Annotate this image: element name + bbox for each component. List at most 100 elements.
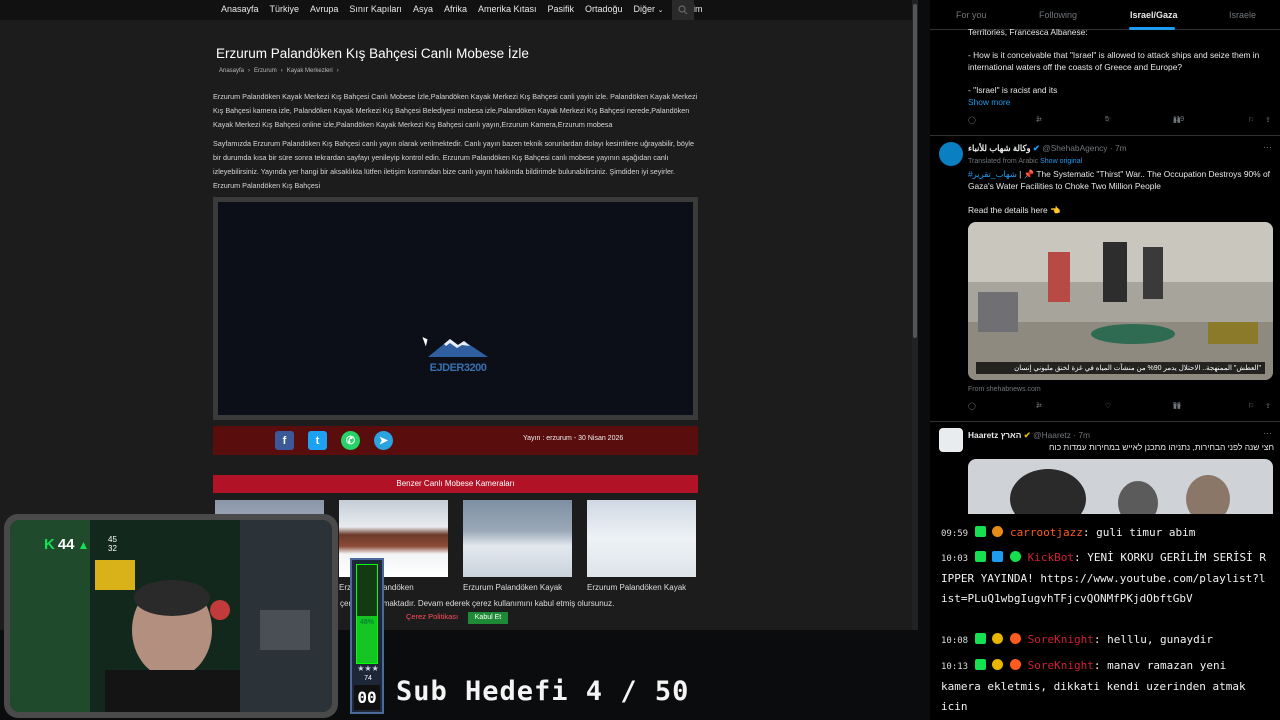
- camera-thumbnail-image[interactable]: [587, 500, 696, 577]
- chat-username[interactable]: carrootjazz: [1010, 526, 1083, 539]
- cookie-accept-button[interactable]: Kabul Et: [468, 612, 508, 624]
- breadcrumb-separator: ›: [280, 68, 283, 74]
- chat-text: YENİ KORKU GERİLİM SERİSİ RIPPER YAYINDA…: [941, 551, 1267, 605]
- twitter-icon[interactable]: t: [308, 431, 327, 450]
- tweet-photo-icon: [968, 459, 1273, 514]
- video-screen[interactable]: EJDER3200: [218, 202, 693, 415]
- progress-bar: 48%: [356, 564, 378, 664]
- camera-thumbnail[interactable]: Erzurum Palandöken Kayak: [463, 500, 572, 592]
- search-button[interactable]: [672, 0, 694, 20]
- reply-icon[interactable]: ◯: [968, 116, 976, 124]
- breadcrumb-separator: ›: [336, 68, 339, 74]
- star-rating-icon: ★★★: [357, 664, 379, 673]
- flame-badge-icon: [1009, 659, 1021, 670]
- kill-count: 44: [57, 536, 75, 553]
- author-name: Haaretz הארץ: [968, 430, 1022, 440]
- bookmark-icon[interactable]: ⚐: [1248, 402, 1254, 410]
- chat-text: manav ramazan yeni kamera ekletmis, dikk…: [941, 659, 1246, 713]
- tweet-author[interactable]: وكالة شهاب للأنباء ✔ @ShehabAgency · 7m: [968, 143, 1127, 153]
- whatsapp-icon[interactable]: ✆: [341, 431, 360, 450]
- like-count: 5: [1105, 116, 1109, 123]
- show-more-link[interactable]: Show more: [968, 97, 1274, 109]
- bookmark-icon[interactable]: ⚐: [1248, 116, 1254, 124]
- kd-stats: 45 32: [108, 535, 117, 553]
- chat-timestamp: 10:13: [941, 662, 969, 672]
- arrow-up-icon: ▲: [77, 537, 90, 552]
- kd-top: 45: [108, 535, 117, 544]
- tweet-read-more: Read the details here 👈: [968, 205, 1061, 215]
- nav-item-ortadogu[interactable]: Ortadoğu: [585, 4, 623, 14]
- camera-thumbnail-image[interactable]: [463, 500, 572, 577]
- tweet-author[interactable]: Haaretz הארץ ✔ @Haaretz · 7m: [968, 430, 1090, 440]
- tweet-divider: [930, 135, 1280, 136]
- chat-text: helllu, gunaydir: [1107, 633, 1214, 646]
- retweet-count: 1: [1036, 402, 1040, 409]
- tab-for-you[interactable]: For you: [956, 10, 987, 20]
- kick-badge-icon: [974, 633, 986, 644]
- chat-username[interactable]: SoreKnight: [1028, 659, 1094, 672]
- sub-goal-widget: 48% ★★★ 74 00: [350, 558, 384, 714]
- breadcrumb-erzurum[interactable]: Erzurum: [254, 68, 277, 74]
- show-original-link[interactable]: Show original: [1040, 158, 1082, 165]
- chat-message: 10:08 SoreKnight: helllu, gunaydir: [941, 633, 1214, 646]
- reply-icon[interactable]: ◯: [968, 402, 976, 410]
- mountain-logo-icon: [428, 339, 488, 357]
- video-player[interactable]: EJDER3200: [213, 197, 698, 420]
- level-value: 74: [364, 675, 372, 682]
- avatar[interactable]: [939, 428, 963, 452]
- tweet-actions: ◯ ⇄ 1 ♡ 5 ▮▮ 119 ⚐ ⇪: [968, 116, 1274, 128]
- top-navigation: Anasayfa Türkiye Avrupa Sınır Kapıları A…: [0, 0, 912, 20]
- avatar[interactable]: [939, 142, 963, 166]
- retweet-count: 1: [1036, 116, 1040, 123]
- camera-thumbnail-caption[interactable]: Erzurum Palandöken Kayak: [587, 583, 696, 592]
- facebook-icon[interactable]: f: [275, 431, 294, 450]
- camera-thumbnail[interactable]: Erzurum Palandöken Kayak: [587, 500, 696, 592]
- tab-israel-gaza[interactable]: Israel/Gaza: [1130, 10, 1178, 20]
- share-bar: f t ✆ ➤ Yayın : erzurum - 30 Nisan 2026: [213, 426, 698, 455]
- tab-following[interactable]: Following: [1039, 10, 1077, 20]
- more-options-icon[interactable]: ⋯: [1263, 428, 1272, 439]
- breadcrumb: Anasayfa › Erzurum › Kayak Merkezleri ›: [219, 68, 339, 74]
- kick-badge-icon: [974, 659, 986, 670]
- heart-icon[interactable]: ♡: [1105, 402, 1111, 410]
- chat-username[interactable]: KickBot: [1028, 551, 1074, 564]
- supporter-badge-icon: [992, 526, 1004, 537]
- nav-item-sinir-kapilari[interactable]: Sınır Kapıları: [349, 4, 402, 14]
- verified-icon: ✔: [1032, 143, 1040, 153]
- chat-username[interactable]: SoreKnight: [1028, 633, 1094, 646]
- more-options-icon[interactable]: ⋯: [1263, 142, 1272, 153]
- tweet-actions: ◯ ⇄ 1 ♡ ▮▮ 93 ⚐ ⇪: [968, 402, 1274, 414]
- nav-item-pasifik[interactable]: Pasifik: [548, 4, 575, 14]
- nav-item-anasayfa[interactable]: Anasayfa: [221, 4, 259, 14]
- verified-badge-icon: [1009, 551, 1021, 562]
- kill-counter: K 44 ▲: [44, 536, 89, 553]
- flame-badge-icon: [1009, 633, 1021, 644]
- nav-item-asya[interactable]: Asya: [413, 4, 433, 14]
- nav-item-diger[interactable]: Diğer ⌄: [634, 4, 664, 14]
- breadcrumb-home[interactable]: Anasayfa: [219, 68, 244, 74]
- link-source[interactable]: From shehabnews.com: [968, 384, 1274, 396]
- player-logo-text: EJDER3200: [429, 362, 487, 374]
- telegram-icon[interactable]: ➤: [374, 431, 393, 450]
- nav-item-diger-label: Diğer: [633, 4, 656, 14]
- tweet-image[interactable]: [968, 459, 1273, 514]
- page-scrollbar[interactable]: [912, 0, 918, 630]
- tab-israele[interactable]: Israele: [1229, 10, 1256, 20]
- tweet-divider: [930, 421, 1280, 422]
- share-icon[interactable]: ⇪: [1265, 116, 1271, 124]
- nav-item-avrupa[interactable]: Avrupa: [310, 4, 338, 14]
- nav-item-amerika[interactable]: Amerika Kıtası: [478, 4, 537, 14]
- cookie-policy-link[interactable]: Çerez Politikası: [406, 612, 458, 621]
- description-paragraph: Sayfamızda Erzurum Palandöken Kış Bahçes…: [213, 139, 695, 190]
- nav-items: Anasayfa Türkiye Avrupa Sınır Kapıları A…: [221, 4, 702, 14]
- subscriber-badge-icon: [992, 633, 1004, 644]
- nav-item-afrika[interactable]: Afrika: [444, 4, 467, 14]
- scrollbar-thumb[interactable]: [913, 4, 917, 338]
- tweet-image[interactable]: "العطش" الممنهجة.. الاحتلال يدمر 90% من …: [968, 222, 1273, 380]
- camera-thumbnail-caption[interactable]: Erzurum Palandöken Kayak: [463, 583, 572, 592]
- tweet-image-caption: "العطش" الممنهجة.. الاحتلال يدمر 90% من …: [976, 362, 1265, 374]
- share-icon[interactable]: ⇪: [1265, 402, 1271, 410]
- breadcrumb-kayak[interactable]: Kayak Merkezleri: [287, 68, 333, 74]
- nav-item-turkiye[interactable]: Türkiye: [270, 4, 300, 14]
- hashtag-link[interactable]: #شهاب_تقرير: [968, 169, 1017, 179]
